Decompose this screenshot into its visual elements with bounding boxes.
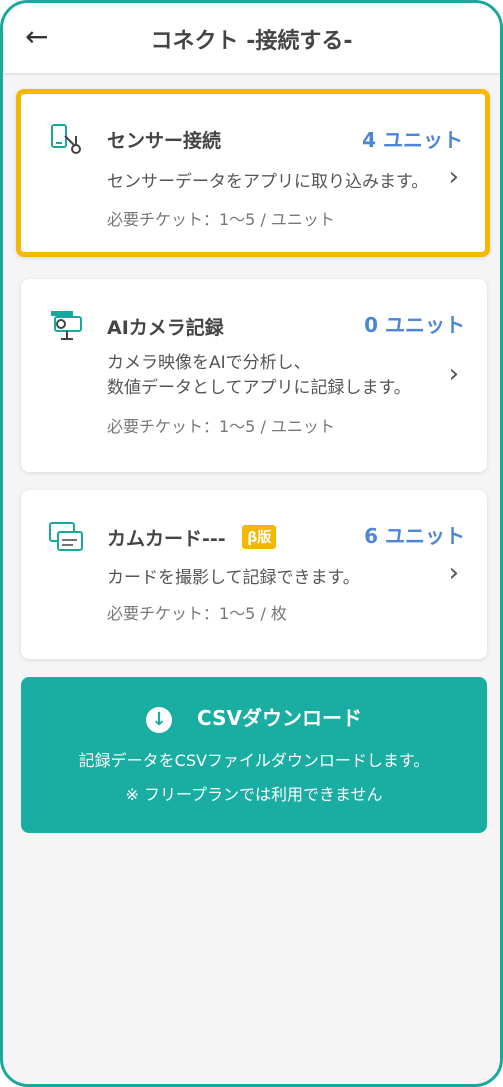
page-title: コネクト -接続する- (150, 29, 353, 54)
csv-title-row: ↓ CSVダウンロード (21, 702, 487, 733)
sensor-connect-card[interactable]: センサー接続 4 ユニット センサーデータをアプリに取り込みます。 › 必要チケ… (16, 89, 490, 257)
card-ticket: 必要チケット：1～5 / ユニット (107, 417, 335, 436)
card-units: 6 ユニット (364, 524, 465, 548)
csv-download-button[interactable]: ↓ CSVダウンロード 記録データをCSVファイルダウンロードします。 ※ フリ… (21, 677, 487, 833)
card-description: カメラ映像をAIで分析し、 数値データとしてアプリに記録します。 (107, 353, 411, 398)
csv-description: 記録データをCSVファイルダウンロードします。 (78, 751, 430, 770)
card-ticket: 必要チケット：1～5 / 枚 (107, 604, 287, 623)
card-description: センサーデータをアプリに取り込みます。 (107, 172, 429, 192)
chevron-right-icon: › (448, 162, 459, 192)
chevron-right-icon: › (448, 359, 459, 389)
card-description: カードを撮影して記録できます。 (107, 568, 360, 588)
card-title: カムカード--- (107, 528, 226, 550)
cam-card-card[interactable]: カムカード--- β版 6 ユニット カードを撮影して記録できます。 › 必要チ… (21, 490, 487, 659)
beta-badge: β版 (242, 525, 277, 549)
card-ticket: 必要チケット：1～5 / ユニット (107, 210, 335, 229)
camera-icon (51, 311, 82, 340)
sensor-icon (51, 124, 81, 154)
csv-title: CSVダウンロード (197, 706, 362, 730)
card-title: AIカメラ記録 (107, 317, 224, 339)
card-title-row: カムカード--- β版 (107, 524, 277, 551)
header: ← コネクト -接続する- (3, 3, 500, 73)
chevron-right-icon: › (448, 558, 459, 588)
ai-camera-card[interactable]: AIカメラ記録 0 ユニット カメラ映像をAIで分析し、 数値データとしてアプリ… (21, 279, 487, 472)
card-title: センサー接続 (107, 130, 222, 152)
csv-note: ※ フリープランでは利用できません (125, 785, 383, 804)
card-units: 0 ユニット (364, 313, 465, 337)
business-card-icon (49, 522, 83, 551)
app-frame: ← コネクト -接続する- センサー接続 4 ユニット センサーデータをアプリに… (0, 0, 503, 1087)
download-icon: ↓ (146, 706, 173, 733)
card-units: 4 ユニット (362, 128, 463, 152)
